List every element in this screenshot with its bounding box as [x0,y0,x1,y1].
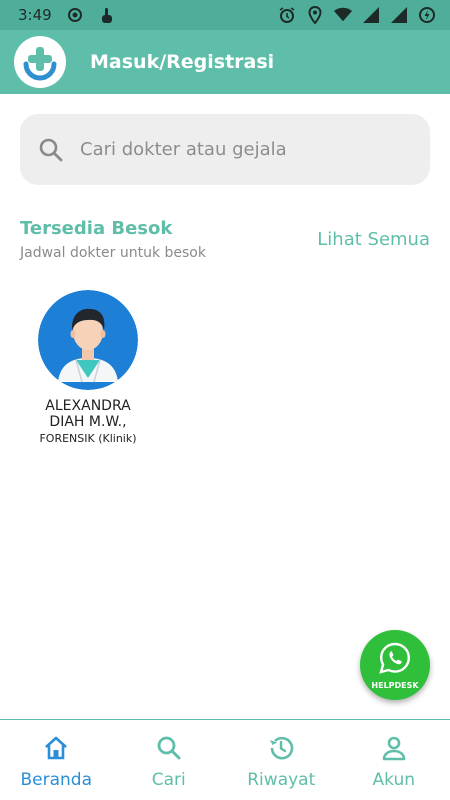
account-icon [380,734,408,762]
search-icon [155,734,183,762]
nav-label-akun: Akun [372,770,416,790]
search-icon [38,137,64,163]
nav-item-beranda[interactable]: Beranda [0,720,113,800]
search-input[interactable] [80,139,400,160]
nav-item-cari[interactable]: Cari [113,720,226,800]
touch-icon [98,6,116,24]
helpdesk-button[interactable]: HELPDESK [360,630,430,700]
doctor-name: ALEXANDRA DIAH M.W., [45,398,131,430]
nav-item-akun[interactable]: Akun [338,720,450,800]
search-bar[interactable] [20,114,430,185]
signal-icon [362,6,380,24]
helpdesk-label: HELPDESK [371,680,419,690]
battery-icon [418,6,436,24]
bottom-nav: Beranda Cari Riwayat Akun [0,719,450,800]
location-icon [306,6,324,24]
history-icon [267,734,295,762]
see-all-link[interactable]: Lihat Semua [317,229,430,250]
app-title[interactable]: Masuk/Registrasi [90,51,274,73]
app-bar: Masuk/Registrasi [0,30,450,94]
nav-label-beranda: Beranda [20,770,92,790]
whatsapp-icon [378,641,412,679]
section-title: Tersedia Besok [20,218,173,239]
nav-label-cari: Cari [151,770,186,790]
section-subtitle: Jadwal dokter untuk besok [20,245,206,261]
app-logo [14,36,66,88]
doctor-card[interactable]: ALEXANDRA DIAH M.W., FORENSIK (Klinik) [26,290,150,445]
nav-item-riwayat[interactable]: Riwayat [225,720,338,800]
alarm-icon [278,6,296,24]
record-icon [66,6,84,24]
signal-icon-2 [390,6,408,24]
screen: 3:49 Masuk/Registrasi Cari dokter atau g… [0,0,450,800]
doctor-specialty: FORENSIK (Klinik) [39,432,137,445]
home-icon [42,734,70,762]
status-bar: 3:49 [0,0,450,30]
nav-label-riwayat: Riwayat [247,770,316,790]
status-time: 3:49 [18,6,52,24]
doctor-avatar [38,290,138,390]
wifi-icon [334,6,352,24]
